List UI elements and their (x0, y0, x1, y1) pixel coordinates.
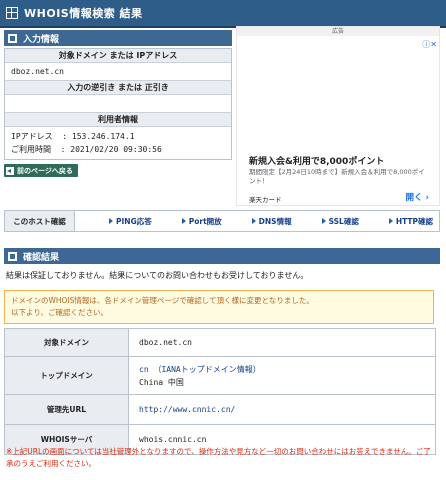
result-section-header: 確認結果 (4, 248, 440, 264)
row-value: dboz.net.cn (128, 328, 436, 357)
ad-close-icon[interactable]: ⓘ✕ (422, 39, 437, 50)
grid-icon (6, 7, 18, 19)
section-icon (8, 33, 17, 43)
domain-value: dboz.net.cn (5, 63, 231, 81)
warning-line-2: 以下より、ご確認ください。 (11, 308, 109, 317)
page-title: WHOIS情報検索 結果 (24, 7, 143, 20)
ad-description: 期間限定【2月24日10時まで】新規入会＆利用で8,000ポイント！ (249, 168, 425, 185)
http-link[interactable]: HTTP確認 (388, 216, 433, 227)
user-info-label: 利用者情報 (5, 113, 231, 127)
arrow-right-icon (321, 217, 326, 224)
back-arrow-icon (6, 166, 14, 175)
ad-headline[interactable]: 新規入会&利用で8,000ポイント (249, 154, 384, 167)
arrow-right-icon (181, 217, 186, 224)
ssl-link[interactable]: SSL確認 (321, 216, 359, 227)
row-value: http://www.cnnic.cn/ (128, 394, 436, 425)
host-check-label: このホスト確認 (5, 211, 75, 231)
dns-link[interactable]: DNS情報 (251, 216, 292, 227)
input-section-title: 入力情報 (23, 34, 60, 45)
back-button[interactable]: 前のページへ戻る (4, 164, 78, 177)
result-section-title: 確認結果 (23, 252, 60, 263)
back-button-label: 前のページへ戻る (17, 166, 73, 175)
row-key: 対象ドメイン (4, 328, 129, 357)
ad-open-button[interactable]: 開く › (406, 191, 429, 203)
user-info: IPアドレス : 153.246.174.1 ご利用時間 : 2021/02/2… (5, 127, 231, 159)
table-row: トップドメイン cn （IANAトップドメイン情報） China 中国 (4, 356, 436, 395)
section-icon (8, 251, 17, 261)
usage-time-line: ご利用時間 : 2021/02/20 09:30:56 (11, 145, 162, 154)
admin-url-link[interactable]: http://www.cnnic.cn/ (139, 405, 235, 414)
row-key: 管理先URL (4, 394, 129, 425)
page-title-bar: WHOIS情報検索 結果 (0, 0, 446, 28)
ad-banner[interactable]: 広告 ⓘ✕ 新規入会&利用で8,000ポイント 期間限定【2月24日10時まで】… (236, 26, 440, 206)
table-row: 対象ドメイン dboz.net.cn (4, 328, 436, 357)
ad-label: 広告 (237, 27, 439, 36)
reverse-label: 入力の逆引き または 正引き (5, 81, 231, 95)
table-row: 管理先URL http://www.cnnic.cn/ (4, 394, 436, 425)
warning-line-1: ドメインのWHOIS情報は、各ドメイン管理ページで確認して頂く様に変更となりまし… (11, 296, 314, 305)
warning-box: ドメインのWHOIS情報は、各ドメイン管理ページで確認して頂く様に変更となりまし… (4, 290, 434, 324)
top-domain-link[interactable]: cn （IANAトップドメイン情報） (139, 365, 261, 374)
arrow-right-icon (388, 217, 393, 224)
result-table: 対象ドメイン dboz.net.cn トップドメイン cn （IANAトップドメ… (4, 328, 436, 455)
port-link[interactable]: Port開放 (181, 216, 222, 227)
country-value: China 中国 (139, 377, 184, 387)
arrow-right-icon (109, 217, 113, 224)
ping-link[interactable]: PING応答 (109, 216, 152, 227)
ad-brand: 楽天カード (249, 196, 282, 204)
footer-note: ※上記URLの画面については当社管理外となりますので、操作方法や見方など一切のお… (6, 447, 431, 468)
input-section-header: 入力情報 (4, 30, 232, 46)
input-info-box: 対象ドメイン または IPアドレス dboz.net.cn 入力の逆引き または… (4, 48, 232, 160)
reverse-value (5, 95, 231, 113)
host-check-row: このホスト確認 PING応答 Port開放 DNS情報 SSL確認 HTTP確認 (4, 210, 440, 232)
ip-address-line: IPアドレス : 153.246.174.1 (11, 132, 135, 141)
domain-label: 対象ドメイン または IPアドレス (5, 49, 231, 63)
disclaimer-text: 結果は保証しておりません。結果についてのお問い合わせもお受けしておりません。 (6, 271, 309, 280)
row-value: cn （IANAトップドメイン情報） China 中国 (128, 356, 436, 395)
row-key: トップドメイン (4, 356, 129, 395)
arrow-right-icon (251, 217, 256, 224)
